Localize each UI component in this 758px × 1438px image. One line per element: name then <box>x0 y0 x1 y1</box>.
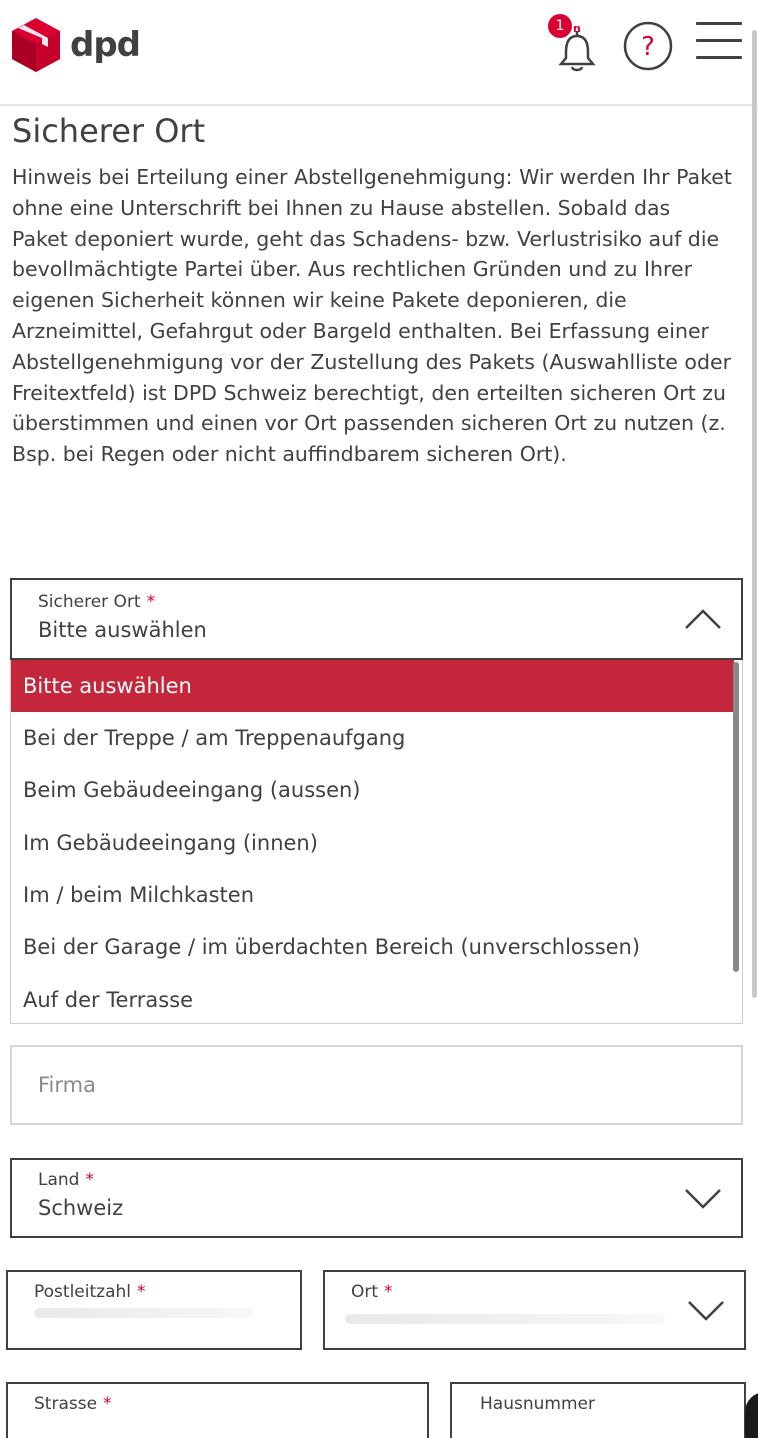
street-input[interactable]: Strasse * <box>6 1382 429 1438</box>
notification-sub-label: n <box>573 22 581 35</box>
hint-text: Hinweis bei Erteilung einer Abstellgeneh… <box>12 165 732 467</box>
street-label: Strasse * <box>34 1394 112 1414</box>
country-label: Land * <box>38 1170 94 1190</box>
brand-name: dpd <box>70 25 141 65</box>
company-input[interactable]: Firma <box>10 1045 743 1125</box>
option-milchkasten[interactable]: Im / beim Milchkasten <box>11 869 734 921</box>
house-number-input[interactable]: Hausnummer <box>450 1382 746 1438</box>
chevron-up-icon <box>685 609 721 629</box>
required-mark: * <box>85 1170 94 1190</box>
required-mark: * <box>136 1282 146 1302</box>
postal-code-input[interactable]: Postleitzahl * <box>6 1270 302 1350</box>
company-placeholder: Firma <box>38 1073 96 1097</box>
question-icon: ? <box>623 21 673 71</box>
page-scrollbar[interactable] <box>752 30 757 998</box>
menu-bar-icon <box>696 39 742 42</box>
option-gebaeudeeingang-innen[interactable]: Im Gebäudeeingang (innen) <box>11 817 734 869</box>
menu-bar-icon <box>696 56 742 59</box>
safe-place-value: Bitte auswählen <box>38 618 207 642</box>
chevron-down-icon <box>685 1189 721 1209</box>
option-garage[interactable]: Bei der Garage / im überdachten Bereich … <box>11 921 734 973</box>
redacted-value <box>34 1308 254 1318</box>
required-mark: * <box>384 1282 393 1302</box>
chevron-down-icon <box>688 1301 724 1321</box>
app-header: dpd 1 n ? <box>0 0 758 106</box>
option-gebaeudeeingang-aussen[interactable]: Beim Gebäudeeingang (aussen) <box>11 764 734 816</box>
svg-text:?: ? <box>641 32 655 62</box>
redacted-value <box>345 1314 665 1324</box>
safe-place-options: Bitte auswählen Bei der Treppe / am Trep… <box>10 660 743 1024</box>
country-value: Schweiz <box>38 1196 124 1220</box>
option-bitte-auswaehlen[interactable]: Bitte auswählen <box>11 660 734 712</box>
notifications-button[interactable]: 1 n <box>548 14 600 74</box>
help-button[interactable]: ? <box>622 20 674 72</box>
option-treppe[interactable]: Bei der Treppe / am Treppenaufgang <box>11 712 734 764</box>
dpd-logo[interactable]: dpd <box>12 18 141 72</box>
safe-place-select[interactable]: Sicherer Ort * Bitte auswählen <box>10 578 743 660</box>
options-scrollbar[interactable] <box>733 662 739 972</box>
menu-button[interactable] <box>696 20 742 62</box>
city-select[interactable]: Ort * <box>323 1270 746 1350</box>
option-terrasse[interactable]: Auf der Terrasse <box>11 974 734 1023</box>
menu-bar-icon <box>696 22 742 25</box>
safe-place-label: Sicherer Ort * <box>38 592 156 612</box>
page-title: Sicherer Ort <box>12 112 206 150</box>
house-number-label: Hausnummer <box>480 1394 595 1414</box>
floating-edge-button[interactable] <box>745 1392 758 1438</box>
page: dpd 1 n ? Sicherer Ort Hinweis bei Ertei… <box>0 0 758 1438</box>
country-select[interactable]: Land * Schweiz <box>10 1158 743 1238</box>
required-mark: * <box>146 592 156 612</box>
required-mark: * <box>103 1394 112 1414</box>
city-label: Ort * <box>351 1282 393 1302</box>
postal-code-label: Postleitzahl * <box>34 1282 146 1302</box>
dpd-cube-icon <box>12 18 60 72</box>
notification-count-badge: 1 <box>548 14 572 38</box>
